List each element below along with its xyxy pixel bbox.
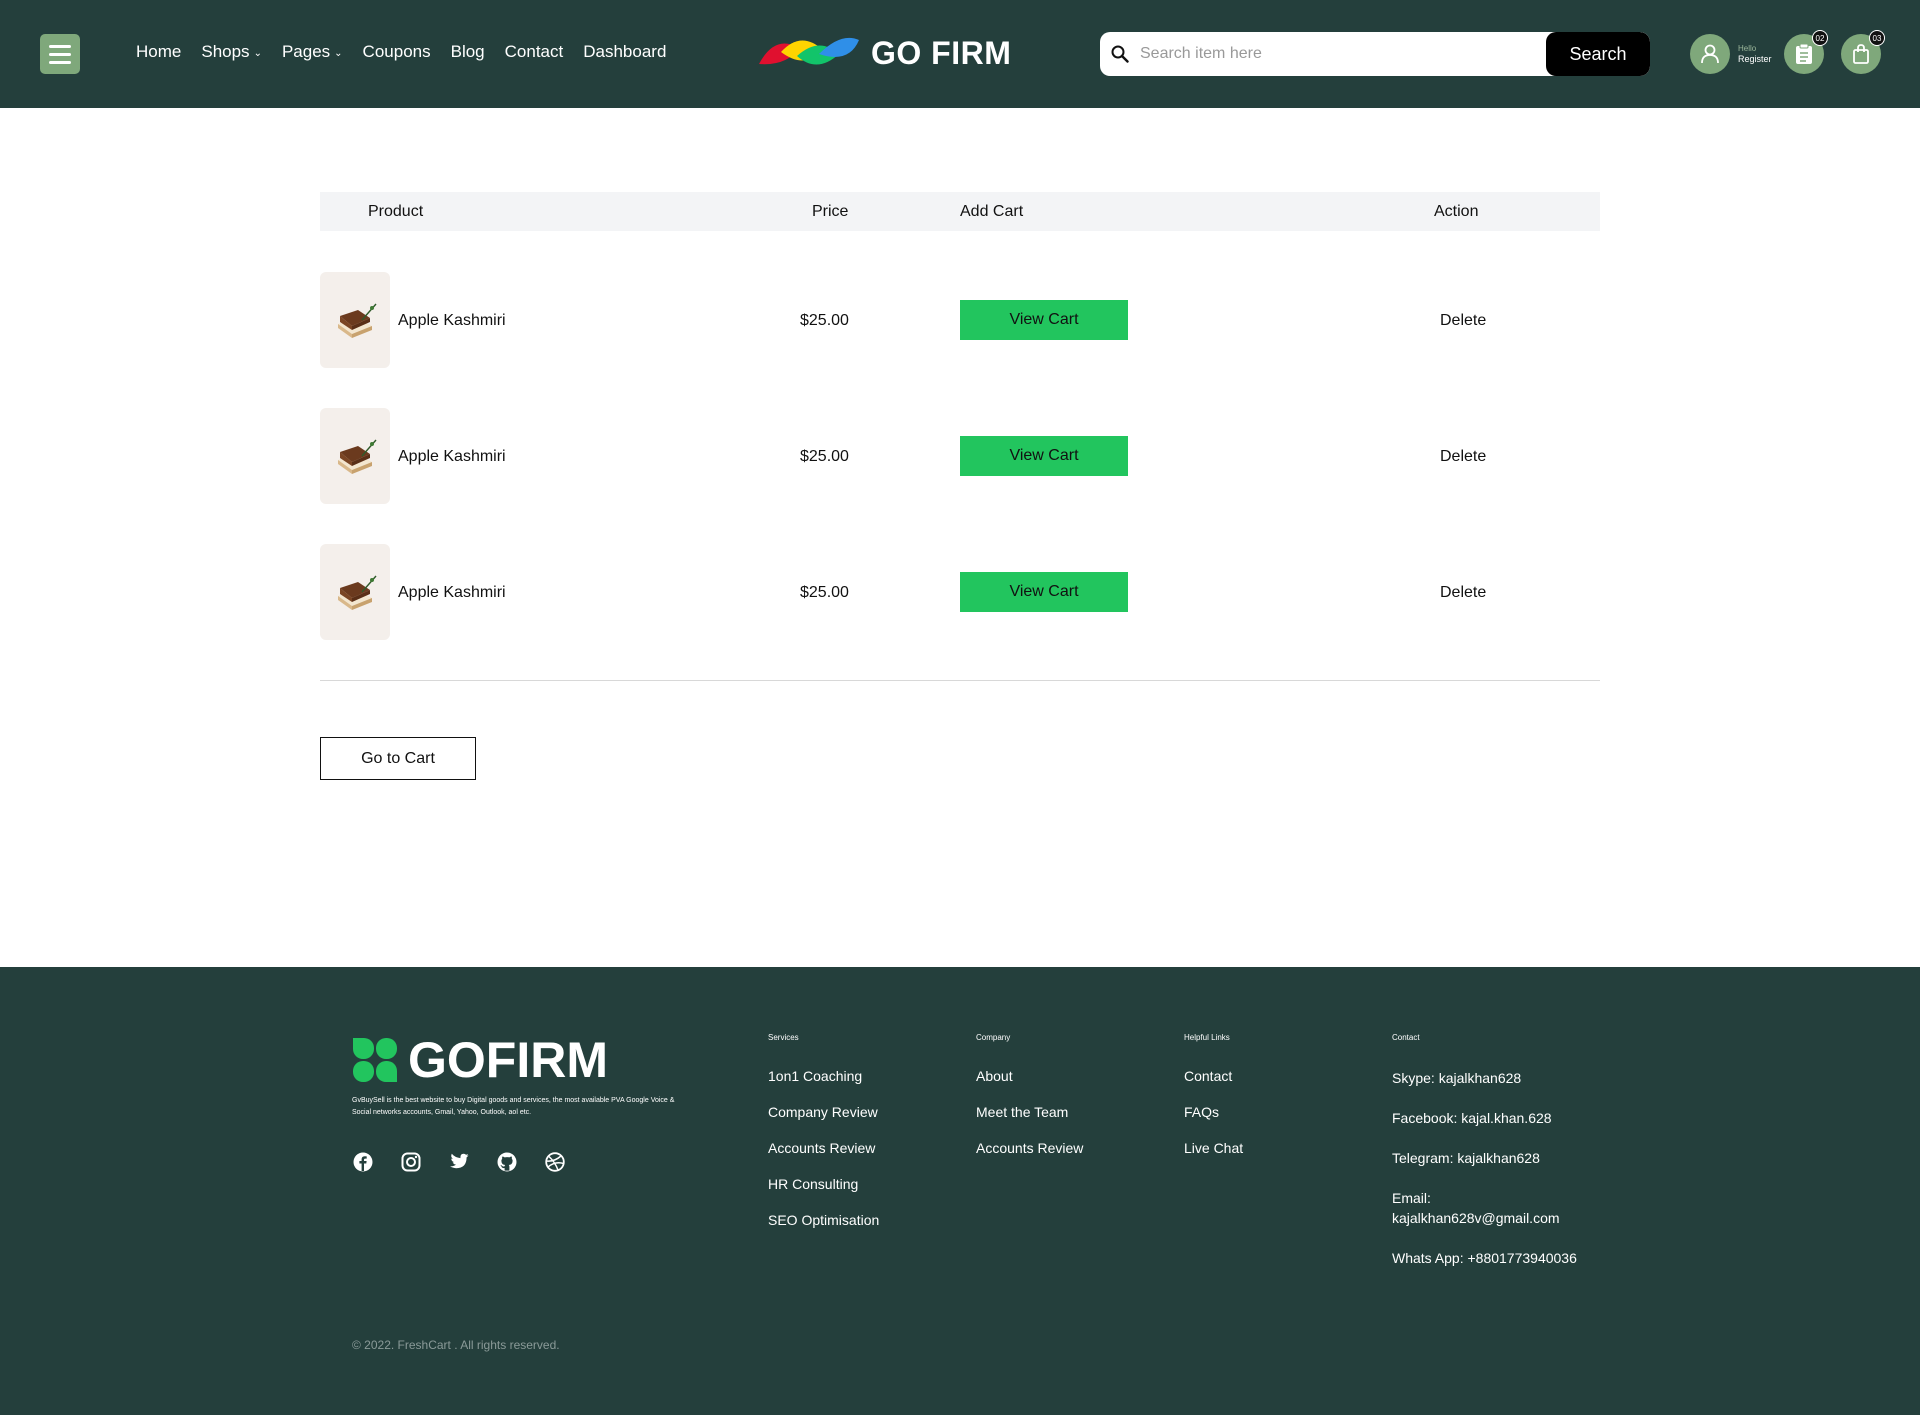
contact-telegram: Telegram: kajalkhan628 xyxy=(1392,1150,1540,1166)
nav-blog[interactable]: Blog xyxy=(451,42,485,62)
main-nav: Home Shops ⌄ Pages ⌄ Coupons Blog Contact … xyxy=(136,42,686,62)
table-row: Apple Kashmiri $25.00 View Cart Delete xyxy=(320,272,1600,368)
header-price: Price xyxy=(812,203,849,220)
table-row: Apple Kashmiri $25.00 View Cart Delete xyxy=(320,408,1600,504)
footer-services-column: Services 1on1 Coaching Company Review Ac… xyxy=(768,1033,879,1248)
site-header: Home Shops ⌄ Pages ⌄ Coupons Blog Contact … xyxy=(0,0,1920,108)
clover-logo-icon xyxy=(353,1038,397,1082)
user-avatar-icon[interactable] xyxy=(1690,34,1730,74)
footer-logo-text: GOFIRM xyxy=(408,1032,608,1088)
view-cart-button[interactable]: View Cart xyxy=(960,436,1128,476)
search-icon xyxy=(1100,32,1140,76)
footer-column-title: Helpful Links xyxy=(1184,1033,1230,1042)
chevron-down-icon: ⌄ xyxy=(253,47,262,59)
footer-column-title: Company xyxy=(976,1033,1011,1042)
product-image xyxy=(320,544,390,640)
cart-table-header: Product Price Add Cart Action xyxy=(320,192,1600,231)
contact-whatsapp: Whats App: +8801773940036 xyxy=(1392,1250,1577,1266)
contact-skype: Skype: kajalkhan628 xyxy=(1392,1070,1522,1086)
footer-link[interactable]: Company Review xyxy=(768,1104,879,1120)
site-logo[interactable]: GO FIRM xyxy=(757,30,1011,76)
footer-link[interactable]: Accounts Review xyxy=(976,1140,1083,1156)
table-divider xyxy=(320,680,1600,681)
nav-pages[interactable]: Pages ⌄ xyxy=(282,42,343,62)
menu-line xyxy=(49,52,71,56)
footer-helpful-links-column: Helpful Links Contact FAQs Live Chat xyxy=(1184,1033,1243,1176)
view-cart-button[interactable]: View Cart xyxy=(960,300,1128,340)
menu-line xyxy=(49,44,71,48)
nav-dashboard[interactable]: Dashboard xyxy=(583,42,666,62)
footer-link[interactable]: 1on1 Coaching xyxy=(768,1068,879,1084)
product-name[interactable]: Apple Kashmiri xyxy=(398,448,506,466)
product-price: $25.00 xyxy=(800,312,849,329)
logo-text: GO FIRM xyxy=(871,34,1012,71)
delete-button[interactable]: Delete xyxy=(1440,584,1486,602)
site-footer: GOFIRM GvBuySell is the best website to … xyxy=(0,967,1920,1415)
copyright-text: © 2022. FreshCart . All rights reserved. xyxy=(352,1338,560,1352)
contact-facebook: Facebook: kajal.khan.628 xyxy=(1392,1110,1552,1126)
product-price: $25.00 xyxy=(800,448,849,465)
nav-coupons[interactable]: Coupons xyxy=(363,42,431,62)
view-cart-button[interactable]: View Cart xyxy=(960,572,1128,612)
twitter-icon[interactable] xyxy=(448,1151,470,1173)
footer-link[interactable]: HR Consulting xyxy=(768,1176,879,1192)
header-product: Product xyxy=(368,203,424,220)
footer-column-title: Contact xyxy=(1392,1033,1420,1042)
footer-link[interactable]: Meet the Team xyxy=(976,1104,1083,1120)
footer-description: GvBuySell is the best website to buy Dig… xyxy=(352,1097,675,1116)
footer-contact-column: Contact Skype: kajalkhan628 Facebook: ka… xyxy=(1392,1033,1592,1288)
github-icon[interactable] xyxy=(496,1151,518,1173)
nav-contact[interactable]: Contact xyxy=(505,42,564,62)
list-count-badge: 02 xyxy=(1812,30,1828,46)
dribbble-icon[interactable] xyxy=(544,1151,566,1173)
search-bar: Search xyxy=(1100,32,1650,76)
footer-link[interactable]: About xyxy=(976,1068,1083,1084)
contact-email: Email: kajalkhan628v@gmail.com xyxy=(1392,1190,1560,1226)
footer-column-title: Services xyxy=(768,1033,799,1042)
hello-label: Hello xyxy=(1738,44,1757,53)
delete-button[interactable]: Delete xyxy=(1440,448,1486,466)
product-price: $25.00 xyxy=(800,584,849,601)
footer-company-column: Company About Meet the Team Accounts Rev… xyxy=(976,1033,1083,1176)
menu-line xyxy=(49,60,71,64)
footer-link[interactable]: Contact xyxy=(1184,1068,1243,1084)
header-add-cart: Add Cart xyxy=(960,203,1024,220)
nav-shops[interactable]: Shops ⌄ xyxy=(201,42,262,62)
bag-count-badge: 03 xyxy=(1869,30,1885,46)
logo-mark-icon xyxy=(759,37,859,65)
footer-link[interactable]: Live Chat xyxy=(1184,1140,1243,1156)
product-name[interactable]: Apple Kashmiri xyxy=(398,312,506,330)
shopping-bag-icon xyxy=(1853,44,1869,64)
footer-link[interactable]: SEO Optimisation xyxy=(768,1212,879,1228)
user-text: Hello Register xyxy=(1738,43,1772,65)
footer-link[interactable]: Accounts Review xyxy=(768,1140,879,1156)
facebook-icon[interactable] xyxy=(352,1151,374,1173)
product-name[interactable]: Apple Kashmiri xyxy=(398,584,506,602)
register-link[interactable]: Register xyxy=(1738,54,1772,65)
clipboard-icon xyxy=(1796,43,1812,64)
nav-home[interactable]: Home xyxy=(136,42,181,62)
go-to-cart-button[interactable]: Go to Cart xyxy=(320,737,476,780)
header-action: Action xyxy=(1434,203,1479,220)
social-links xyxy=(352,1151,566,1173)
chevron-down-icon: ⌄ xyxy=(334,47,343,59)
table-row: Apple Kashmiri $25.00 View Cart Delete xyxy=(320,544,1600,640)
instagram-icon[interactable] xyxy=(400,1151,422,1173)
clipboard-list-button[interactable]: 02 xyxy=(1784,30,1828,74)
shopping-bag-button[interactable]: 03 xyxy=(1841,30,1885,74)
product-image xyxy=(320,272,390,368)
footer-logo[interactable]: GOFIRM xyxy=(352,1031,608,1089)
footer-link[interactable]: FAQs xyxy=(1184,1104,1243,1120)
search-input[interactable] xyxy=(1140,32,1546,76)
search-button[interactable]: Search xyxy=(1546,32,1650,76)
user-account[interactable]: Hello Register xyxy=(1690,34,1772,74)
delete-button[interactable]: Delete xyxy=(1440,312,1486,330)
hamburger-menu-button[interactable] xyxy=(40,34,80,74)
product-image xyxy=(320,408,390,504)
